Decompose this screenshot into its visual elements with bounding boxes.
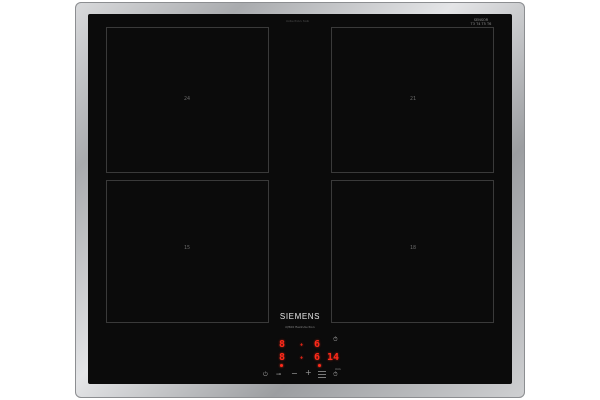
zone-marker-top-right: 21 [410,96,417,102]
zone-marker-bottom-right: 18 [410,245,417,251]
status-led-2 [318,364,321,367]
display-top-mid: + [300,342,304,348]
display-bottom-right-2: 14 [327,352,340,363]
timer-button-icon[interactable]: ⏱ [333,372,338,378]
zone-marker-top-left: 24 [184,96,191,102]
power-icon[interactable]: ⏻ [263,372,268,378]
display-top-right: 6 [314,339,321,350]
top-model-label: induction hob [286,19,310,23]
plus-button[interactable]: + [305,369,312,377]
cooking-zone-bottom-right[interactable] [331,180,494,323]
display-bottom-left: 8 [279,352,286,363]
display-bottom-mid: + [300,355,304,361]
brand-subline: iQ500 flexInduction [285,325,315,329]
sensor-badge: SENSOR T3 T4 T5 T6 [470,18,492,26]
display-bottom-right-1: 6 [314,352,321,363]
status-led-1 [280,364,283,367]
timer-icon[interactable]: ⏱ [333,337,338,343]
display-top-left: 8 [279,339,286,350]
cooking-zone-bottom-left[interactable] [106,180,269,323]
minus-button[interactable]: − [291,370,298,378]
zone-select-bar-2[interactable] [318,374,326,375]
zone-marker-bottom-left: 15 [184,245,191,251]
zone-select-bar-3[interactable] [318,377,326,378]
lock-icon[interactable]: ⊸ [276,372,281,378]
zone-select-bar-1[interactable] [318,371,326,372]
brand-logo: SIEMENS [279,312,321,321]
